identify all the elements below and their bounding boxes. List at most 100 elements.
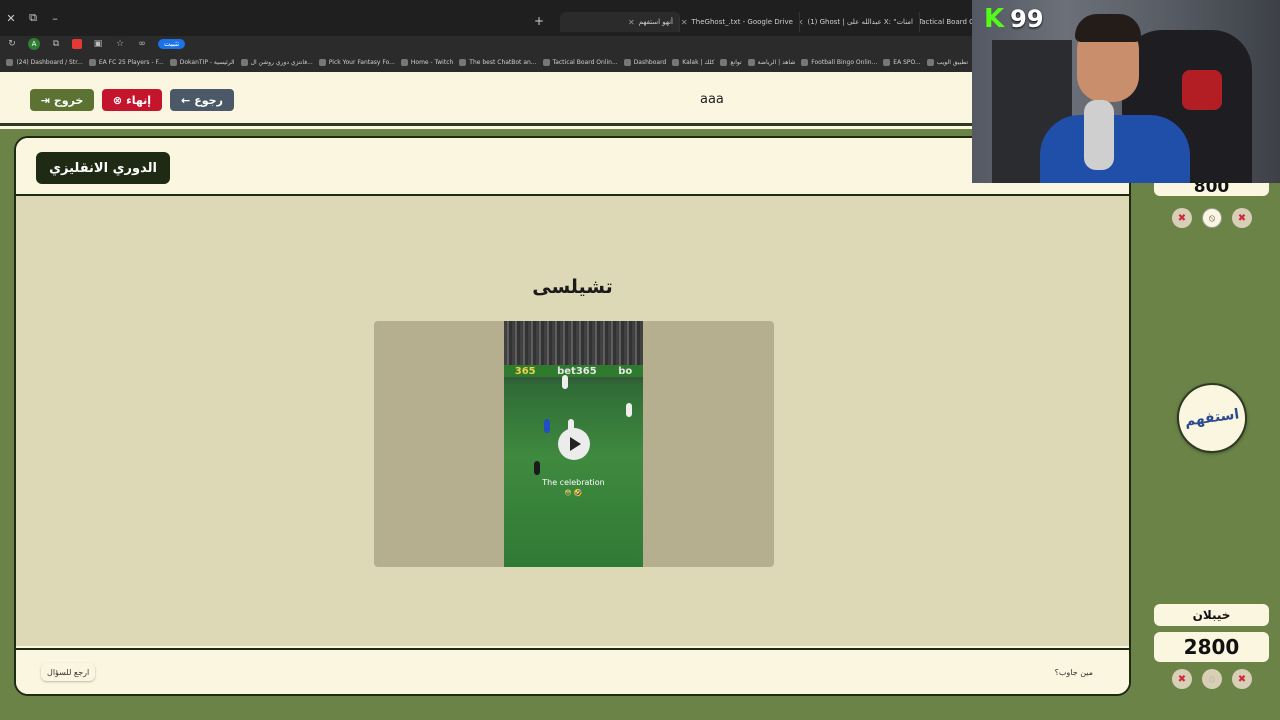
bookmark-item[interactable]: تطبيق الويب [926, 58, 968, 66]
video-frame: 365 bet365 bo The celebration 😳 🤣 [374, 321, 774, 567]
bookmark-label: Dashboard [633, 58, 667, 66]
browser-tab[interactable]: ✕ TheGhost_.txt - Google Drive [680, 12, 800, 32]
player-figure [626, 403, 632, 417]
tab-close-icon[interactable]: ✕ [800, 18, 803, 27]
block-icon[interactable]: ⦸ [1202, 208, 1222, 228]
bookmark-item[interactable]: Kalak | كلك [672, 58, 715, 66]
new-tab-icon[interactable]: + [534, 14, 544, 28]
install-app-button[interactable]: تثبيت [158, 39, 186, 49]
tab-close-icon[interactable]: ✕ [681, 18, 688, 27]
block-icon[interactable]: ⦸ [1202, 669, 1222, 689]
bookmark-label: EA FC 25 Players - F... [98, 58, 164, 66]
bookmark-item[interactable]: Football Bingo Onlin... [801, 58, 878, 66]
bookmark-item[interactable]: Dashboard [623, 58, 667, 66]
bookmark-item[interactable]: Home - Twitch [400, 58, 453, 66]
back-label: رجوع [194, 93, 223, 107]
end-label: إنهاء [126, 93, 152, 107]
bookmark-label: توانع [730, 58, 742, 66]
bookmark-label: (24) Dashboard / Str... [16, 58, 83, 66]
video-caption: The celebration [542, 478, 605, 487]
bookmark-item[interactable]: Pick Your Fantasy Fo... [318, 58, 395, 66]
bookmark-label: The best ChatBot an... [469, 58, 537, 66]
bookmark-item[interactable]: فانتزي دوري روشن ال... [240, 58, 313, 66]
screen-icon[interactable]: ▣ [92, 39, 104, 49]
close-window-icon[interactable]: ✕ [0, 12, 22, 25]
team-score-card: 2800 [1154, 632, 1269, 662]
remove-answer-icon[interactable]: ✖ [1232, 669, 1252, 689]
player-figure [544, 419, 550, 433]
end-game-button[interactable]: ⊗ إنهاء [102, 89, 162, 111]
bookmark-item[interactable]: توانع [720, 58, 742, 66]
tab-label: أنهو استفهم [638, 18, 673, 26]
tab-close-icon[interactable]: ✕ [628, 18, 635, 27]
remove-answer-icon[interactable]: ✖ [1172, 669, 1192, 689]
adboard-text: bo [618, 365, 633, 377]
bookmark-label: Football Bingo Onlin... [811, 58, 878, 66]
exit-label: خروج [53, 93, 84, 107]
bookmark-icon [318, 58, 326, 66]
kick-logo-icon: K [984, 4, 1005, 34]
exit-button[interactable]: ⇥ خروج [30, 89, 94, 111]
bookmark-icon [400, 58, 408, 66]
tab-label: (1) Ghost | عبدالله على X: "امنات [807, 18, 913, 26]
bookmark-label: تطبيق الويب [936, 58, 968, 66]
who-answered-button[interactable]: مين جاوب؟ [1048, 663, 1099, 681]
streamer-body [1040, 115, 1190, 183]
stop-circle-icon: ⊗ [112, 93, 123, 107]
remove-answer-icon[interactable]: ✖ [1172, 208, 1192, 228]
remove-answer-icon[interactable]: ✖ [1232, 208, 1252, 228]
bookmarks-bar: (24) Dashboard / Str... EA FC 25 Players… [0, 52, 972, 72]
microphone [1084, 100, 1114, 170]
bookmark-item[interactable]: شاهد | الرياضة [747, 58, 796, 66]
address-bar: ↻ A ⧉ ▣ ☆ ∞ تثبيت [0, 36, 972, 52]
extension-red-icon[interactable] [72, 39, 82, 49]
bookmark-icon [88, 58, 96, 66]
return-to-question-button[interactable]: ارجع للسؤال [41, 663, 96, 681]
play-button[interactable] [558, 428, 590, 460]
bookmark-item[interactable]: DokanTIP - الرئيسية [169, 58, 235, 66]
minimize-window-icon[interactable]: – [44, 12, 66, 25]
bookmark-item[interactable]: EA SPO... [883, 58, 921, 66]
bookmark-icon [542, 58, 550, 66]
arrow-left-icon: ← [181, 93, 191, 107]
team-name-card: خيبلان [1154, 604, 1269, 626]
video-player[interactable]: 365 bet365 bo The celebration 😳 🤣 [504, 321, 643, 567]
link-icon[interactable]: ∞ [136, 39, 148, 49]
kick-viewer-badge: K 99 [984, 4, 1044, 34]
back-button[interactable]: ← رجوع [170, 89, 234, 111]
star-icon[interactable]: ☆ [114, 39, 126, 49]
bookmark-icon [169, 58, 177, 66]
profile-avatar[interactable]: A [28, 38, 40, 50]
bookmark-icon [720, 58, 728, 66]
restore-window-icon[interactable]: ⧉ [22, 11, 44, 25]
board-header: الدوري الانقليزي [16, 138, 1129, 196]
question-text: تشيلسى [532, 276, 613, 298]
bookmark-label: شاهد | الرياضة [757, 58, 796, 66]
video-crowd [504, 321, 643, 365]
browser-tab[interactable]: ✕ (1) Ghost | عبدالله على X: "امنات [800, 12, 920, 32]
bookmark-item[interactable]: EA FC 25 Players - F... [88, 58, 164, 66]
browser-tab[interactable]: ✕ أنهو استفهم [560, 12, 680, 32]
bookmark-icon [747, 58, 755, 66]
bookmark-label: Kalak | كلك [682, 58, 715, 66]
bookmark-item[interactable]: Tactical Board Onlin... [542, 58, 618, 66]
bookmark-label: EA SPO... [893, 58, 921, 66]
player-figure [562, 375, 568, 389]
reload-icon[interactable]: ↻ [6, 39, 18, 49]
bookmark-label: DokanTIP - الرئيسية [179, 58, 235, 66]
bookmark-icon [623, 58, 631, 66]
bookmark-icon [240, 58, 248, 66]
exit-icon: ⇥ [40, 93, 50, 107]
board-footer: ارجع للسؤال مين جاوب؟ [16, 648, 1129, 694]
game-title: aaa [700, 92, 724, 107]
bookmark-item[interactable]: (24) Dashboard / Str... [6, 58, 83, 66]
bookmark-label: Pick Your Fantasy Fo... [328, 58, 395, 66]
gaming-chair-accent [1182, 70, 1222, 110]
bookmark-icon [459, 58, 467, 66]
video-adboard: 365 bet365 bo [504, 365, 643, 377]
bookmark-item[interactable]: The best ChatBot an... [459, 58, 537, 66]
bookmark-icon [672, 58, 680, 66]
extensions-icon[interactable]: ⧉ [50, 39, 62, 49]
bookmark-label: Tactical Board Onlin... [552, 58, 618, 66]
board-body: تشيلسى 365 bet365 bo The celebration 😳 🤣 [16, 196, 1129, 646]
